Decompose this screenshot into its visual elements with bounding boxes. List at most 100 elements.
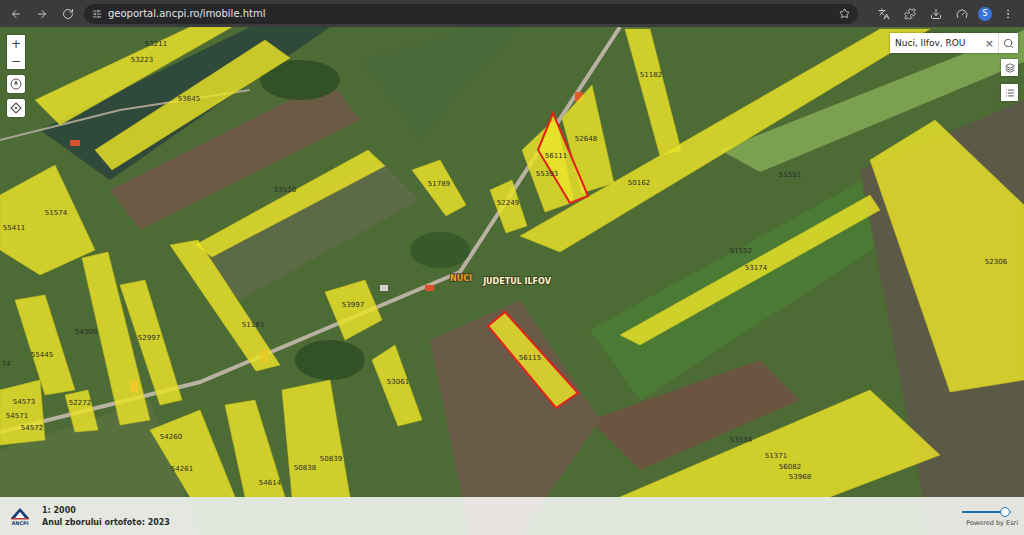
parcel[interactable] [620,195,880,345]
browser-toolbar: geoportal.ancpi.ro/imobile.html S [0,0,1024,27]
ortho-year-text: Anul zborului ortofoto: 2023 [42,518,954,527]
parcel-label: 53645 [178,95,200,103]
parcel[interactable] [95,40,290,170]
parcel-label: 53174 [745,264,768,272]
parcel[interactable] [520,29,930,252]
layers-button[interactable] [1001,59,1018,76]
search-button[interactable] [998,33,1018,53]
place-label: JUDEȚUL ILFOV [482,277,552,287]
parcel[interactable] [325,280,382,340]
parcel-labels: 5321153223536455351051789522495539356111… [2,40,1008,487]
parcel[interactable] [870,120,1024,392]
parcel[interactable] [120,280,182,405]
url-text: geoportal.ancpi.ro/imobile.html [108,8,833,19]
place-label: NUCI [450,274,472,283]
parcel-label: 54300 [75,328,97,336]
clear-search-button[interactable]: × [981,37,998,50]
search-icon [1003,38,1014,49]
parcel[interactable] [372,345,422,426]
compass-button[interactable] [7,75,25,93]
orthophoto [0,27,1024,535]
locate-icon [10,102,22,114]
parcel-label: 51551 [779,171,801,179]
map-view[interactable]: 5321153223536455351051789522495539356111… [0,27,1024,535]
parcel[interactable] [0,380,45,445]
browser-window: geoportal.ancpi.ro/imobile.htmlS53211532… [0,0,1024,535]
menu-button[interactable] [998,4,1018,24]
parcel[interactable] [195,150,385,257]
parcel-label: 74 [2,360,11,368]
parcel-label: 53968 [789,473,811,481]
parcel[interactable] [0,165,95,275]
parcel[interactable] [170,240,280,371]
parcel[interactable] [65,390,98,432]
locate-button[interactable] [7,99,25,117]
esri-credit: Powered by Esri [966,519,1018,527]
back-button[interactable] [6,4,26,24]
bookmark-star-icon[interactable] [839,8,850,19]
zoom-in-button[interactable]: + [7,35,25,52]
parcel[interactable] [620,390,940,497]
list-icon [1005,88,1015,98]
arrow-left-icon [10,8,22,20]
north-arrow-icon [10,78,22,90]
translate-button[interactable] [874,4,894,24]
parcel-label: 54573 [13,398,35,406]
parcel-label: 50162 [628,179,650,187]
site-settings-icon[interactable] [92,9,102,19]
scale-text: 1: 2000 [42,506,954,515]
map-canvas[interactable]: 5321153223536455351051789522495539356111… [0,27,1024,535]
parcel[interactable] [490,180,527,233]
map-tools [1001,59,1018,101]
place-labels: NUCI JUDEȚUL ILFOV [450,274,552,287]
legend-button[interactable] [1001,84,1018,101]
parcel-label: 53061 [387,378,409,386]
arrow-right-icon [36,8,48,20]
parcel-label: 51182 [640,71,662,79]
parcel-label: 54261 [171,465,193,473]
address-bar[interactable]: geoportal.ancpi.ro/imobile.html [84,4,858,24]
extensions-button[interactable] [900,4,920,24]
opacity-slider[interactable] [962,511,1012,513]
parcel-label: 53997 [342,301,364,309]
performance-button[interactable] [952,4,972,24]
slider-knob[interactable] [1000,507,1010,517]
parcel-label: 51552 [730,247,752,255]
parcel-label: 52272 [69,399,91,407]
zoom-out-button[interactable]: − [7,52,25,69]
layers-icon [1005,63,1015,73]
parcel[interactable] [625,29,681,156]
profile-avatar[interactable]: S [978,7,992,21]
downloads-button[interactable] [926,4,946,24]
parcel[interactable] [225,400,285,497]
parcel-label: 54572 [21,424,43,432]
search-input[interactable]: Nuci, Ilfov, ROU [890,38,981,48]
parcel-label: 56111 [545,152,567,160]
reload-button[interactable] [58,4,78,24]
forward-button[interactable] [32,4,52,24]
parcel-label: 54571 [6,412,28,420]
selected-parcel[interactable] [538,113,588,203]
parcel-label: 53334 [730,436,753,444]
search-box[interactable]: Nuci, Ilfov, ROU× [890,33,1018,53]
parcel-label: 51789 [428,180,450,188]
parcel[interactable] [282,380,350,497]
map-info: 1: 2000 Anul zborului ortofoto: 2023 [42,506,954,527]
parcel-label: 51574 [45,209,68,217]
parcel[interactable] [412,160,466,216]
parcel-label: 52306 [985,258,1008,266]
parcel-label: 53223 [131,56,153,64]
zoom-control: +− [7,35,25,69]
more-vertical-icon [1002,8,1014,20]
parcel-label: 53510 [274,186,296,194]
parcel[interactable] [15,295,75,395]
parcel-label: 54614 [259,479,282,487]
parcel[interactable] [150,410,235,497]
parcel-label: 52249 [497,199,519,207]
parcel-label: 56082 [779,463,801,471]
footer-right: Powered by Esri [962,505,1018,527]
parcel-label: 52997 [138,334,160,342]
selected-parcel[interactable] [488,312,578,408]
parcel-label: 52648 [575,135,597,143]
logo-text: ANCPI [11,520,28,526]
